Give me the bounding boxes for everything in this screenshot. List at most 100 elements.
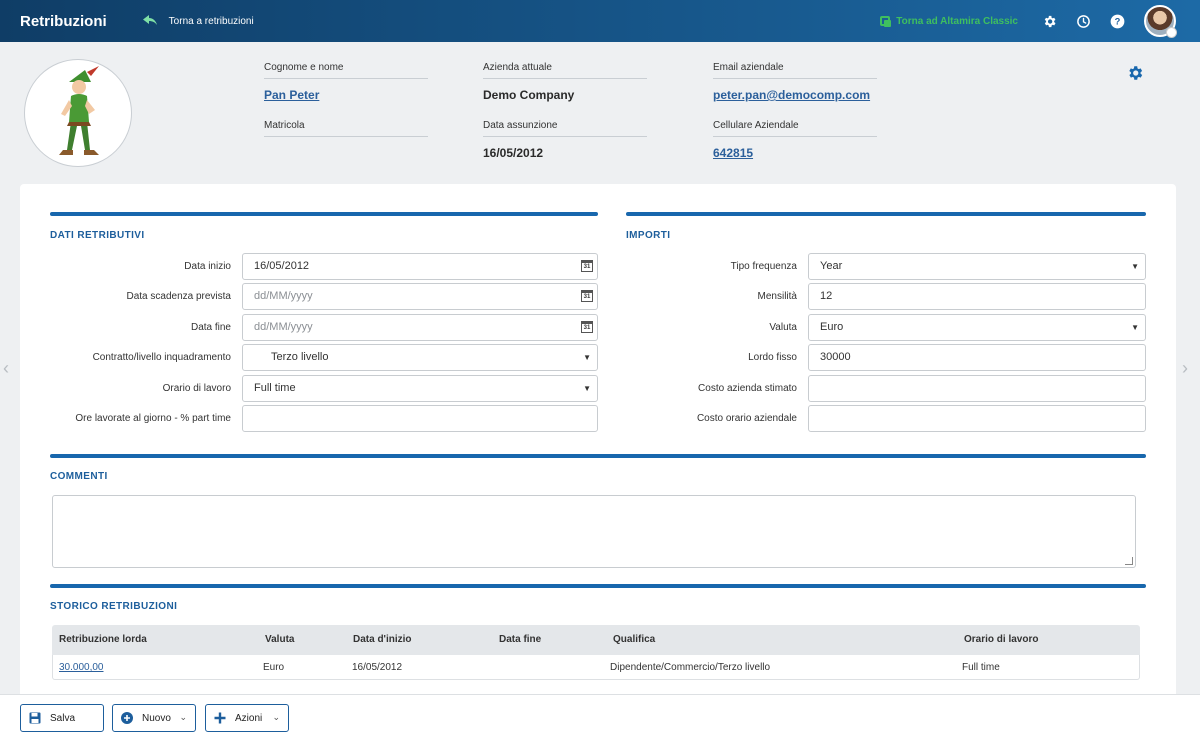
row-currency: Euro bbox=[263, 662, 285, 673]
chevron-down-icon: ⌄ bbox=[179, 712, 187, 722]
dati-title: DATI RETRIBUTIVI bbox=[50, 230, 145, 241]
frequency-value: Year bbox=[820, 260, 843, 272]
classic-link-label: Torna ad Altamira Classic bbox=[896, 15, 1018, 27]
top-bar: Retribuzioni Torna a retribuzioni Torna … bbox=[0, 0, 1200, 42]
company-col: Azienda attuale Demo Company Data assunz… bbox=[483, 62, 647, 169]
chevron-down-icon: ▼ bbox=[583, 353, 591, 362]
comments-section-bar bbox=[50, 454, 1146, 458]
row-start: 16/05/2012 bbox=[352, 662, 403, 673]
currency-value: Euro bbox=[820, 321, 844, 333]
history-icon[interactable] bbox=[1074, 12, 1092, 30]
schedule-value: Full time bbox=[254, 382, 296, 394]
expiry-date-input[interactable]: dd/MM/yyyy 31 bbox=[242, 283, 598, 310]
contract-value: Terzo livello bbox=[271, 351, 329, 363]
new-button[interactable]: Nuovo ⌄ bbox=[112, 704, 196, 732]
comments-textarea[interactable] bbox=[52, 495, 1136, 568]
hourly-cost-label: Costo orario aziendale bbox=[696, 413, 797, 424]
fullname-label: Cognome e nome bbox=[264, 62, 428, 79]
history-section-bar bbox=[50, 584, 1146, 588]
mobile-value[interactable]: 642815 bbox=[713, 137, 877, 169]
new-label: Nuovo bbox=[142, 712, 171, 724]
main-card: DATI RETRIBUTIVI Data inizio 16/05/2012 … bbox=[20, 184, 1176, 704]
actions-label: Azioni bbox=[235, 712, 263, 724]
months-label: Mensilità bbox=[757, 291, 797, 302]
fullname-value[interactable]: Pan Peter bbox=[264, 79, 428, 111]
chevron-down-icon: ▼ bbox=[583, 384, 591, 393]
start-label: Data inizio bbox=[184, 261, 231, 272]
chevron-down-icon: ▼ bbox=[1131, 323, 1139, 332]
avatar-badge-icon bbox=[1166, 27, 1177, 38]
company-label: Azienda attuale bbox=[483, 62, 647, 79]
user-avatar[interactable] bbox=[1144, 5, 1177, 38]
calendar-icon[interactable]: 31 bbox=[581, 290, 593, 302]
end-label: Data fine bbox=[190, 322, 231, 333]
gross-label: Lordo fisso bbox=[748, 352, 797, 363]
currency-select[interactable]: Euro ▼ bbox=[808, 314, 1146, 341]
col-start[interactable]: Data d'inizio bbox=[353, 625, 412, 655]
frequency-label: Tipo frequenza bbox=[730, 261, 797, 272]
end-date-input[interactable]: dd/MM/yyyy 31 bbox=[242, 314, 598, 341]
email-value[interactable]: peter.pan@democomp.com bbox=[713, 79, 877, 111]
chevron-down-icon: ⌄ bbox=[272, 712, 280, 722]
back-arrow-icon bbox=[142, 14, 157, 29]
col-end[interactable]: Data fine bbox=[499, 625, 541, 655]
dati-section-bar bbox=[50, 212, 598, 216]
classic-icon bbox=[880, 16, 892, 27]
top-right-actions: Torna ad Altamira Classic ? bbox=[880, 0, 1200, 42]
settings-icon[interactable] bbox=[1040, 12, 1058, 30]
col-qualification[interactable]: Qualifica bbox=[613, 625, 655, 655]
hours-input[interactable] bbox=[242, 405, 598, 432]
matricola-label: Matricola bbox=[264, 120, 428, 137]
svg-text:?: ? bbox=[1114, 16, 1120, 26]
company-cost-input[interactable] bbox=[808, 375, 1146, 402]
bottom-toolbar: Salva Nuovo ⌄ Azioni ⌄ bbox=[0, 694, 1200, 735]
months-input[interactable]: 12 bbox=[808, 283, 1146, 310]
company-cost-label: Costo azienda stimato bbox=[698, 383, 797, 394]
help-icon[interactable]: ? bbox=[1108, 12, 1126, 30]
save-button[interactable]: Salva bbox=[20, 704, 104, 732]
start-date-input[interactable]: 16/05/2012 31 bbox=[242, 253, 598, 280]
profile-settings-icon[interactable] bbox=[1126, 64, 1144, 82]
employee-photo bbox=[24, 59, 132, 167]
history-title: STORICO RETRIBUZIONI bbox=[50, 601, 178, 612]
calendar-icon[interactable]: 31 bbox=[581, 321, 593, 333]
contact-col: Email aziendale peter.pan@democomp.com C… bbox=[713, 62, 877, 169]
col-schedule[interactable]: Orario di lavoro bbox=[964, 625, 1038, 655]
prev-arrow-icon[interactable]: ‹ bbox=[3, 358, 9, 379]
calendar-icon[interactable]: 31 bbox=[581, 260, 593, 272]
end-date-placeholder: dd/MM/yyyy bbox=[254, 321, 313, 333]
save-label: Salva bbox=[50, 712, 76, 724]
col-gross[interactable]: Retribuzione lorda bbox=[59, 625, 147, 655]
gross-input[interactable]: 30000 bbox=[808, 344, 1146, 371]
history-table-header: Retribuzione lorda Valuta Data d'inizio … bbox=[52, 625, 1140, 655]
frequency-select[interactable]: Year ▼ bbox=[808, 253, 1146, 280]
row-gross[interactable]: 30.000,00 bbox=[59, 655, 104, 680]
comments-title: COMMENTI bbox=[50, 471, 108, 482]
floppy-icon bbox=[29, 712, 41, 724]
email-label: Email aziendale bbox=[713, 62, 877, 79]
currency-label: Valuta bbox=[769, 322, 797, 333]
back-to-retribuzioni-link[interactable]: Torna a retribuzioni bbox=[142, 14, 254, 29]
expiry-date-placeholder: dd/MM/yyyy bbox=[254, 290, 313, 302]
hire-date-value: 16/05/2012 bbox=[483, 146, 544, 160]
back-link-label: Torna a retribuzioni bbox=[168, 15, 254, 27]
row-qualification: Dipendente/Commercio/Terzo livello bbox=[610, 662, 771, 673]
actions-button[interactable]: Azioni ⌄ bbox=[205, 704, 289, 732]
app-title: Retribuzioni bbox=[20, 12, 107, 30]
table-row[interactable]: 30.000,00 Euro 16/05/2012 Dipendente/Com… bbox=[52, 655, 1140, 680]
expiry-label: Data scadenza prevista bbox=[126, 291, 231, 302]
schedule-select[interactable]: Full time ▼ bbox=[242, 375, 598, 402]
plus-circle-icon bbox=[121, 712, 133, 724]
col-currency[interactable]: Valuta bbox=[265, 625, 294, 655]
hire-date-label: Data assunzione bbox=[483, 120, 647, 137]
plus-icon bbox=[214, 712, 226, 724]
chevron-down-icon: ▼ bbox=[1131, 262, 1139, 271]
matricola-value bbox=[264, 137, 428, 169]
next-arrow-icon[interactable]: › bbox=[1182, 358, 1188, 379]
start-date-value: 16/05/2012 bbox=[254, 260, 310, 272]
classic-link[interactable]: Torna ad Altamira Classic bbox=[880, 16, 1018, 27]
contract-select[interactable]: Terzo livello ▼ bbox=[242, 344, 598, 371]
hourly-cost-input[interactable] bbox=[808, 405, 1146, 432]
contract-label: Contratto/livello inquadramento bbox=[92, 352, 231, 363]
mobile-label: Cellulare Aziendale bbox=[713, 120, 877, 137]
